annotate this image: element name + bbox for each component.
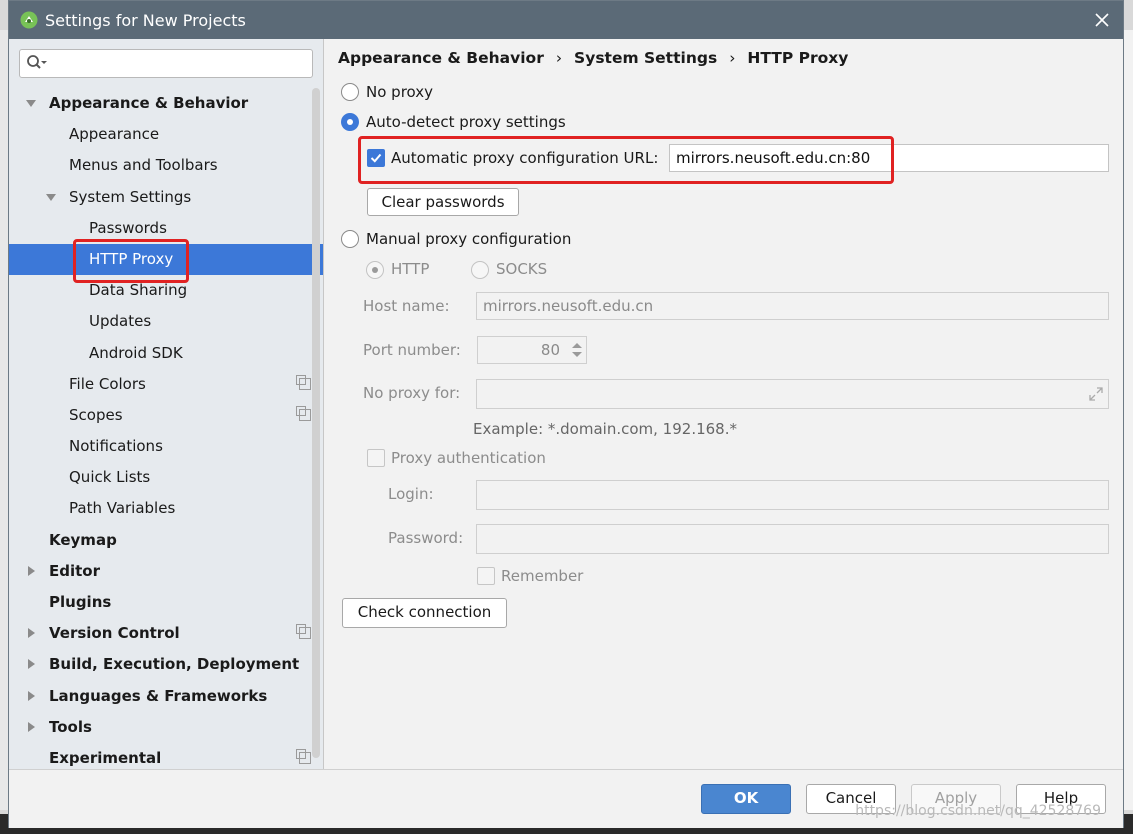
socks-label: SOCKS	[496, 260, 548, 278]
http-proxy-panel: Appearance & Behavior › System Settings › HT…	[325, 39, 1122, 769]
proxy-authentication-label: Proxy authentication	[391, 449, 546, 467]
auto-detect-radio[interactable]	[341, 113, 359, 131]
settings-dialog: Settings for New Projects Appearance & B…	[8, 0, 1124, 828]
chevron-right-icon[interactable]	[28, 721, 35, 732]
login-input[interactable]	[476, 480, 1109, 510]
proxy-authentication-checkbox[interactable]	[367, 449, 385, 467]
chevron-down-icon[interactable]	[46, 193, 56, 201]
no-proxy-example: Example: *.domain.com, 192.168.*	[473, 420, 737, 438]
tree-item-build-execution-deployment[interactable]: Build, Execution, Deployment	[9, 649, 323, 680]
tree-item-quick-lists[interactable]: Quick Lists	[9, 462, 323, 493]
tree-item-languages-frameworks[interactable]: Languages & Frameworks	[9, 681, 323, 712]
tree-item-scopes[interactable]: Scopes	[9, 400, 323, 431]
breadcrumb-item: HTTP Proxy	[747, 49, 849, 67]
android-studio-icon	[20, 11, 38, 29]
settings-tree: Appearance & Behavior Appearance Menus a…	[9, 88, 323, 769]
highlight-box-http-proxy	[73, 239, 189, 283]
socks-radio[interactable]	[471, 261, 489, 279]
password-input[interactable]	[476, 524, 1109, 554]
breadcrumb-item: Appearance & Behavior	[338, 49, 544, 67]
tree-item-appearance[interactable]: Appearance	[9, 119, 323, 150]
clear-passwords-button[interactable]: Clear passwords	[367, 188, 519, 216]
no-proxy-for-label: No proxy for:	[363, 384, 461, 402]
chevron-right-icon[interactable]	[28, 690, 35, 701]
breadcrumb-separator-icon: ›	[729, 49, 736, 67]
tree-item-system-settings[interactable]: System Settings	[9, 182, 323, 213]
port-number-label: Port number:	[363, 341, 461, 359]
tree-item-version-control[interactable]: Version Control	[9, 618, 323, 649]
spinner-arrows-icon	[572, 343, 582, 357]
close-button[interactable]	[1091, 9, 1113, 31]
breadcrumb-separator-icon: ›	[555, 49, 563, 67]
title-bar: Settings for New Projects	[9, 1, 1123, 39]
remember-checkbox[interactable]	[477, 567, 495, 585]
remember-label: Remember	[501, 567, 584, 585]
tree-item-menus-toolbars[interactable]: Menus and Toolbars	[9, 150, 323, 181]
watermark-text: https://blog.csdn.net/qq_42528769	[855, 803, 1101, 819]
ok-button[interactable]: OK	[701, 784, 791, 814]
tree-item-tools[interactable]: Tools	[9, 712, 323, 743]
chevron-down-icon[interactable]	[26, 100, 36, 107]
breadcrumb: Appearance & Behavior › System Settings › HT…	[338, 49, 848, 67]
tree-item-file-colors[interactable]: File Colors	[9, 369, 323, 400]
search-input[interactable]	[19, 49, 313, 78]
no-proxy-label[interactable]: No proxy	[366, 83, 433, 101]
chevron-right-icon[interactable]	[28, 565, 35, 576]
login-label: Login:	[388, 485, 434, 503]
auto-detect-label[interactable]: Auto-detect proxy settings	[366, 113, 566, 131]
http-radio[interactable]	[366, 261, 384, 279]
manual-proxy-radio[interactable]	[341, 230, 359, 248]
highlight-box-auto-url	[358, 136, 894, 184]
http-label: HTTP	[391, 260, 430, 278]
tree-item-path-variables[interactable]: Path Variables	[9, 493, 323, 524]
tree-item-keymap[interactable]: Keymap	[9, 525, 323, 556]
tree-item-android-sdk[interactable]: Android SDK	[9, 338, 323, 369]
port-stepper[interactable]	[568, 336, 586, 364]
project-scope-icon	[296, 405, 311, 421]
host-name-input[interactable]	[476, 292, 1109, 320]
host-name-label: Host name:	[363, 297, 450, 315]
project-scope-icon	[296, 748, 311, 764]
sidebar-scrollbar[interactable]	[312, 88, 320, 758]
check-connection-button[interactable]: Check connection	[342, 598, 507, 628]
settings-sidebar: Appearance & Behavior Appearance Menus a…	[9, 39, 324, 769]
tree-item-appearance-behavior[interactable]: Appearance & Behavior	[9, 88, 323, 119]
tree-item-editor[interactable]: Editor	[9, 556, 323, 587]
project-scope-icon	[296, 624, 311, 640]
chevron-right-icon[interactable]	[28, 659, 35, 670]
no-proxy-radio[interactable]	[341, 83, 359, 101]
search-icon	[27, 55, 47, 69]
project-scope-icon	[296, 374, 311, 390]
window-title: Settings for New Projects	[45, 10, 246, 30]
dialog-footer: OK Cancel Apply Help https://blog.csdn.n…	[9, 769, 1123, 828]
tree-item-notifications[interactable]: Notifications	[9, 431, 323, 462]
breadcrumb-item: System Settings	[574, 49, 718, 67]
tree-item-plugins[interactable]: Plugins	[9, 587, 323, 618]
no-proxy-for-input[interactable]	[476, 379, 1109, 409]
chevron-right-icon[interactable]	[28, 628, 35, 639]
manual-proxy-label[interactable]: Manual proxy configuration	[366, 230, 571, 248]
password-label: Password:	[388, 529, 464, 547]
tree-item-updates[interactable]: Updates	[9, 306, 323, 337]
tree-item-experimental[interactable]: Experimental	[9, 743, 323, 769]
expand-icon[interactable]	[1088, 386, 1104, 402]
close-icon	[1095, 13, 1109, 27]
